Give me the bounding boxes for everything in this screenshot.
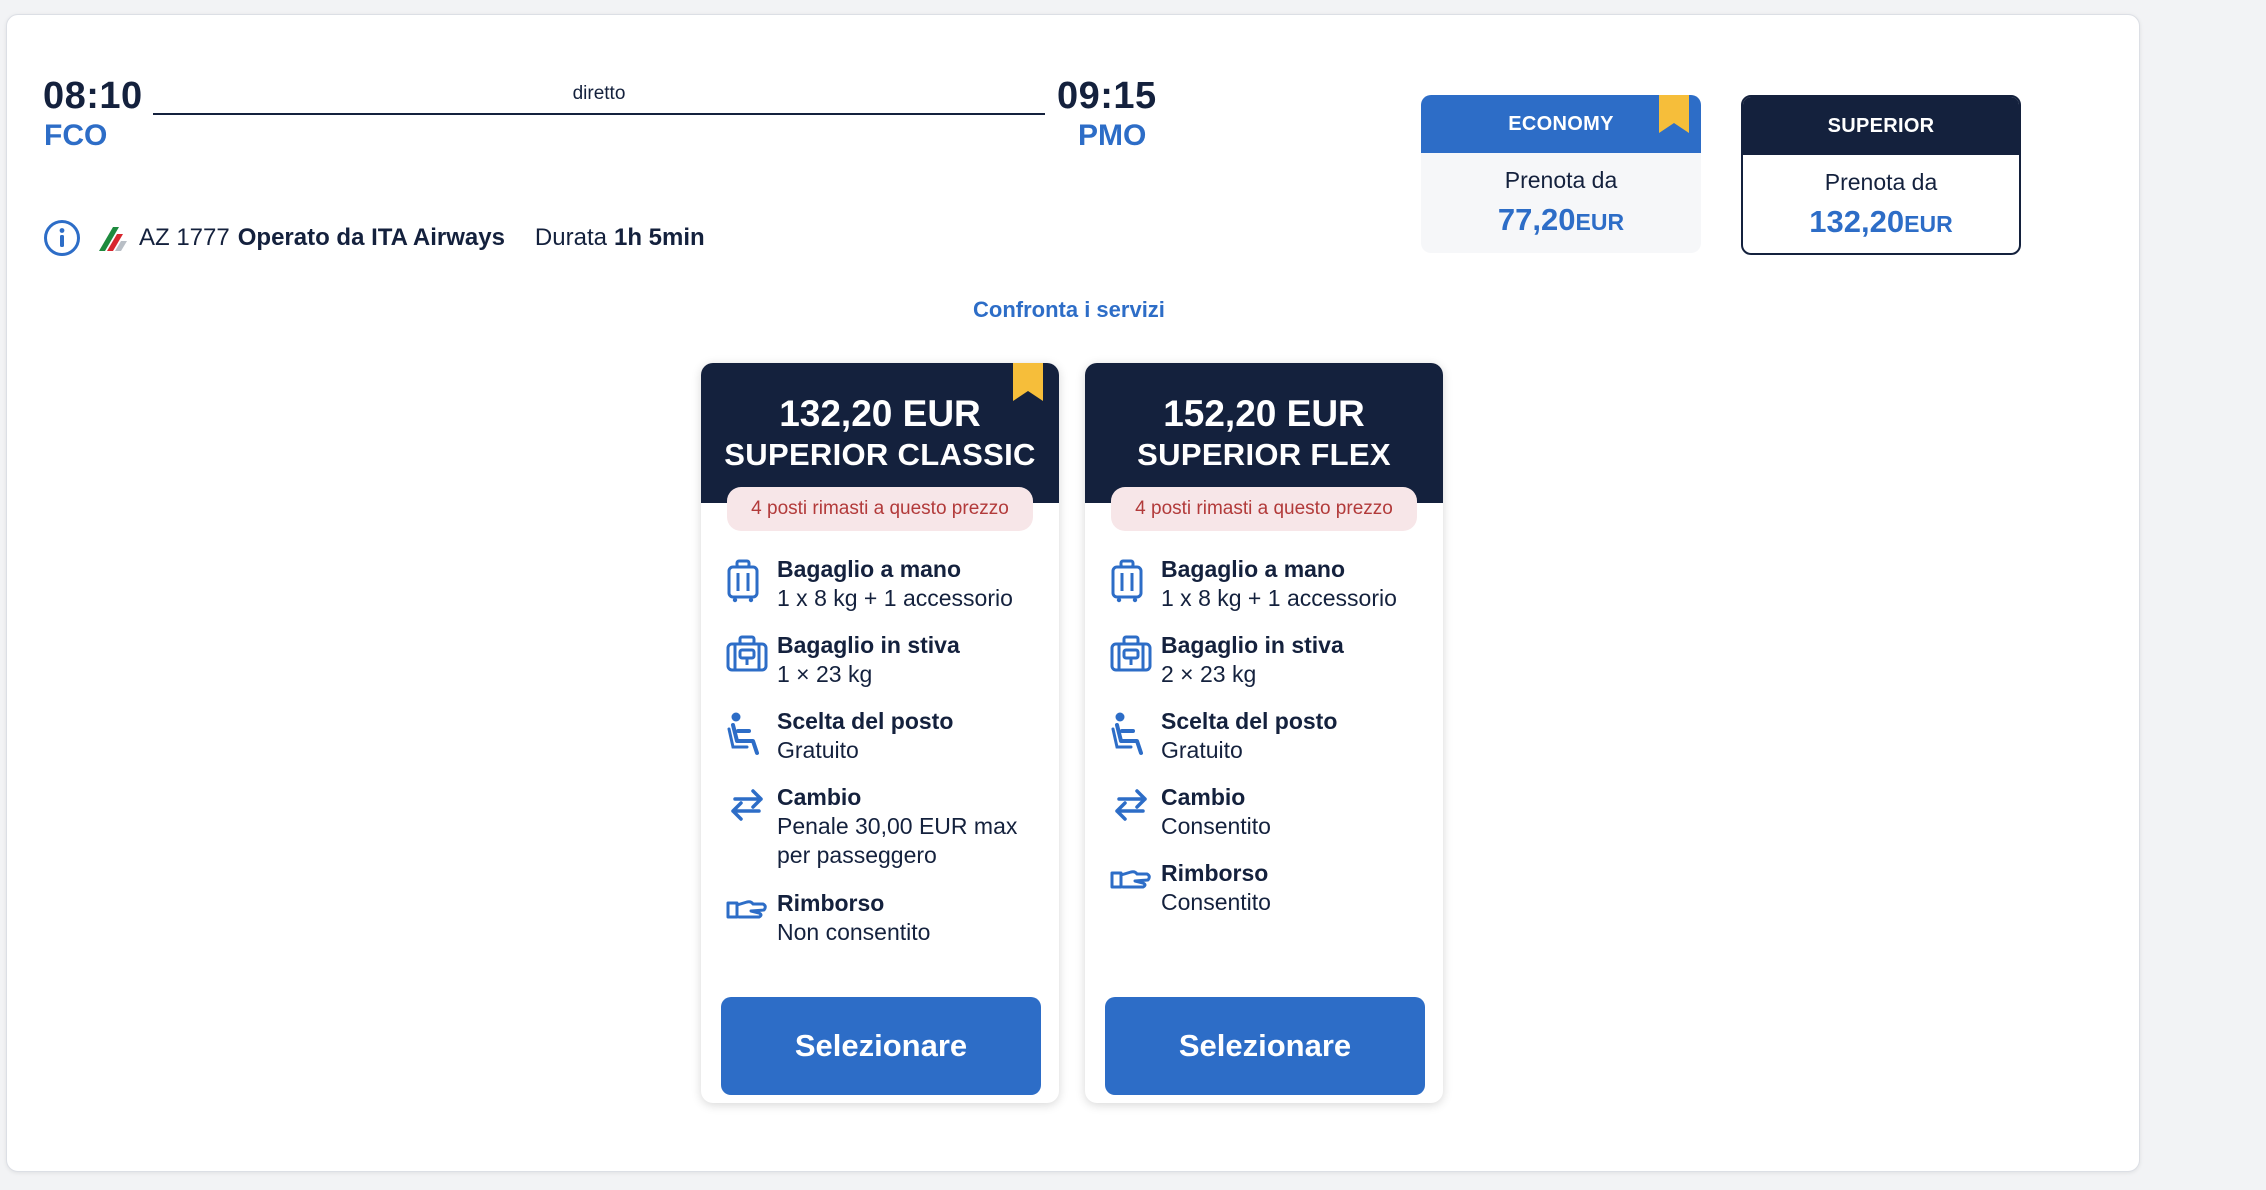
feature-title: Rimborso xyxy=(777,890,885,916)
cabin-from-label: Prenota da xyxy=(1824,169,1938,195)
feature-detail: 1 × 23 kg xyxy=(777,661,873,687)
feature-detail: 2 × 23 kg xyxy=(1161,661,1257,687)
refund-hand-icon xyxy=(725,889,777,947)
feature-title: Scelta del posto xyxy=(777,708,954,734)
cabin-bag-icon xyxy=(725,555,777,613)
cabin-price: 132,20EUR xyxy=(1809,204,1953,239)
cabin-option-superior[interactable]: SUPERIOR Prenota da 132,20EUR xyxy=(1741,95,2021,255)
seat-icon xyxy=(725,707,777,765)
feature-detail: per passeggero xyxy=(777,842,937,868)
departure-airport: FCO xyxy=(44,119,108,152)
route-line: diretto xyxy=(153,83,1045,115)
feature-detail: Non consentito xyxy=(777,919,931,945)
operated-by: Operato da ITA Airways xyxy=(237,224,505,251)
feature-cabin-bag: Bagaglio a mano 1 x 8 kg + 1 accessorio xyxy=(1109,555,1429,613)
fare-card-header: 152,20 EUR SUPERIOR FLEX xyxy=(1085,363,1443,503)
ita-airways-logo-icon xyxy=(95,223,129,253)
cabin-bag-icon xyxy=(1109,555,1161,613)
change-arrows-icon xyxy=(1109,783,1161,841)
feature-checked-bag: Bagaglio in stiva 1 × 23 kg xyxy=(725,631,1045,689)
flight-number: AZ 1777 xyxy=(139,224,230,251)
recommended-bookmark-icon xyxy=(1013,363,1043,401)
feature-title: Cambio xyxy=(777,784,862,810)
seat-icon xyxy=(1109,707,1161,765)
fare-price: 132,20 EUR xyxy=(779,393,981,434)
arrival-time: 09:15 xyxy=(1057,75,1157,117)
checked-bag-icon xyxy=(725,631,777,689)
cabin-name: ECONOMY xyxy=(1508,112,1614,135)
checked-bag-icon xyxy=(1109,631,1161,689)
cabin-option-economy[interactable]: ECONOMY Prenota da 77,20EUR xyxy=(1421,95,1701,253)
feature-title: Rimborso xyxy=(1161,860,1269,886)
select-superior-flex-button[interactable]: Selezionare xyxy=(1105,997,1425,1095)
feature-refund: Rimborso Consentito xyxy=(1109,859,1429,917)
feature-detail: 1 x 8 kg + 1 accessorio xyxy=(777,585,1013,611)
flight-info-row: AZ 1777 Operato da ITA Airways Durata 1h… xyxy=(43,215,705,261)
feature-change: Cambio Penale 30,00 EUR max per passeggero xyxy=(725,783,1045,870)
arrival-airport: PMO xyxy=(1078,119,1147,152)
select-superior-classic-button[interactable]: Selezionare xyxy=(721,997,1041,1095)
info-icon[interactable] xyxy=(43,219,81,257)
route-type-label: diretto xyxy=(572,83,626,104)
feature-title: Cambio xyxy=(1161,784,1246,810)
fare-card-header: 132,20 EUR SUPERIOR CLASSIC xyxy=(701,363,1059,503)
feature-detail: Penale 30,00 EUR max xyxy=(777,813,1018,839)
cabin-header: SUPERIOR xyxy=(1743,97,2019,155)
feature-title: Bagaglio in stiva xyxy=(1161,632,1344,658)
feature-title: Bagaglio a mano xyxy=(777,556,962,582)
change-arrows-icon xyxy=(725,783,777,870)
feature-title: Bagaglio in stiva xyxy=(777,632,960,658)
fare-name: SUPERIOR FLEX xyxy=(1137,437,1391,472)
feature-detail: Gratuito xyxy=(777,737,859,763)
fare-card-superior-classic: 132,20 EUR SUPERIOR CLASSIC 4 posti rima… xyxy=(701,363,1059,1103)
feature-change: Cambio Consentito xyxy=(1109,783,1429,841)
cabin-name: SUPERIOR xyxy=(1827,114,1935,137)
duration-label: Durata xyxy=(534,224,607,251)
availability-badge: 4 posti rimasti a questo prezzo xyxy=(727,487,1033,531)
feature-seat: Scelta del posto Gratuito xyxy=(725,707,1045,765)
availability-badge: 4 posti rimasti a questo prezzo xyxy=(1111,487,1417,531)
feature-detail: Consentito xyxy=(1161,813,1271,839)
cabin-header: ECONOMY xyxy=(1421,95,1701,153)
departure-time: 08:10 xyxy=(43,75,143,117)
duration-value: 1h 5min xyxy=(613,224,705,251)
feature-refund: Rimborso Non consentito xyxy=(725,889,1045,947)
feature-detail: 1 x 8 kg + 1 accessorio xyxy=(1161,585,1397,611)
feature-cabin-bag: Bagaglio a mano 1 x 8 kg + 1 accessorio xyxy=(725,555,1045,613)
feature-detail: Consentito xyxy=(1161,889,1271,915)
refund-hand-icon xyxy=(1109,859,1161,917)
cabin-from-label: Prenota da xyxy=(1504,167,1618,193)
fare-name: SUPERIOR CLASSIC xyxy=(724,437,1036,472)
cabin-price: 77,20EUR xyxy=(1497,202,1625,237)
feature-title: Bagaglio a mano xyxy=(1161,556,1346,582)
feature-checked-bag: Bagaglio in stiva 2 × 23 kg xyxy=(1109,631,1429,689)
fare-card-superior-flex: 152,20 EUR SUPERIOR FLEX 4 posti rimasti… xyxy=(1085,363,1443,1103)
recommended-bookmark-icon xyxy=(1659,95,1689,133)
feature-detail: Gratuito xyxy=(1161,737,1243,763)
fare-price: 152,20 EUR xyxy=(1163,393,1365,434)
compare-services-link[interactable]: Confronta i servizi xyxy=(973,297,1165,323)
flight-result-panel: 08:10 FCO diretto 09:15 PMO AZ 1777 Oper… xyxy=(6,14,2140,1172)
feature-seat: Scelta del posto Gratuito xyxy=(1109,707,1429,765)
feature-title: Scelta del posto xyxy=(1161,708,1338,734)
